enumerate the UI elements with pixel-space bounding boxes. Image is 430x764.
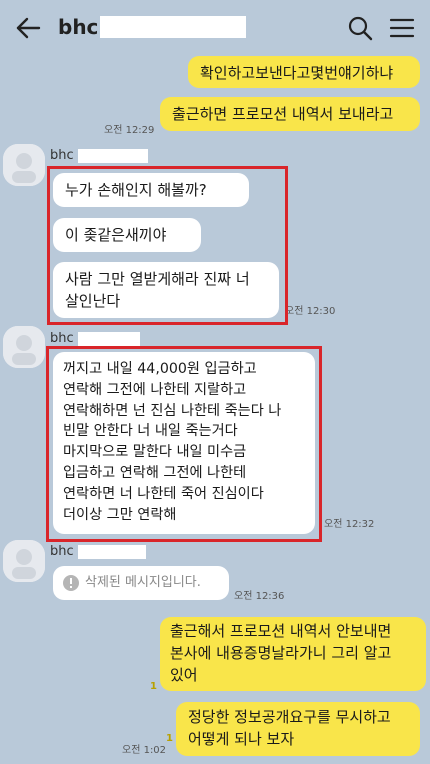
message-text-line: 본사에 내용증명날라가니 그리 알고 <box>170 644 392 662</box>
read-count: 1 <box>166 733 173 744</box>
avatar[interactable] <box>3 540 45 582</box>
message-time: 오전 12:32 <box>324 519 375 530</box>
avatar-placeholder-icon <box>3 144 45 186</box>
message-time: 오전 1:02 <box>122 745 167 756</box>
menu-button[interactable] <box>386 12 418 44</box>
message-time: 오전 12:36 <box>234 591 285 602</box>
message-text: 출근하면 프로모션 내역서 보내라고 <box>172 105 394 123</box>
redacted-name-mask <box>78 545 146 559</box>
my-message-bubble[interactable]: 출근해서 프로모션 내역서 안보내면 본사에 내용증명날라가니 그리 알고 있어 <box>160 617 426 691</box>
avatar[interactable] <box>3 326 45 368</box>
avatar[interactable] <box>3 144 45 186</box>
message-text: 확인하고보낸다고몇번얘기하냐 <box>200 64 394 82</box>
redacted-name-mask <box>100 16 246 38</box>
avatar-placeholder-icon <box>3 540 45 582</box>
deleted-message-bubble[interactable]: 삭제된 메시지입니다. <box>53 566 229 600</box>
message-text-line: 있어 <box>170 666 198 684</box>
hamburger-menu-icon <box>389 18 415 38</box>
my-message-bubble[interactable]: 정당한 정보공개요구를 무시하고 어떻게 되나 보자 <box>176 702 420 756</box>
sender-name: bhc <box>50 148 74 163</box>
avatar-placeholder-icon <box>3 326 45 368</box>
chat-header: bhc <box>0 0 430 54</box>
back-button[interactable] <box>10 10 46 46</box>
message-text-line: 어떻게 되나 보자 <box>188 730 295 748</box>
info-icon <box>63 575 79 591</box>
deleted-message-text: 삭제된 메시지입니다. <box>85 575 201 590</box>
sender-name: bhc <box>50 544 74 559</box>
back-arrow-icon <box>16 17 41 39</box>
message-text-line: 출근해서 프로모션 내역서 안보내면 <box>170 622 392 640</box>
search-icon <box>348 16 373 41</box>
chat-title: bhc <box>58 15 99 39</box>
read-count: 1 <box>150 681 157 692</box>
highlight-box <box>47 166 288 325</box>
message-time: 오전 12:29 <box>104 125 155 136</box>
highlight-box <box>46 346 322 542</box>
redacted-name-mask <box>78 332 140 346</box>
sender-name: bhc <box>50 331 74 346</box>
my-message-bubble[interactable]: 출근하면 프로모션 내역서 보내라고 <box>160 97 420 131</box>
redacted-name-mask <box>78 149 148 163</box>
message-time: 오전 12:30 <box>285 306 336 317</box>
search-button[interactable] <box>344 12 376 44</box>
message-text-line: 정당한 정보공개요구를 무시하고 <box>188 708 391 726</box>
my-message-bubble[interactable]: 확인하고보낸다고몇번얘기하냐 <box>188 56 420 88</box>
